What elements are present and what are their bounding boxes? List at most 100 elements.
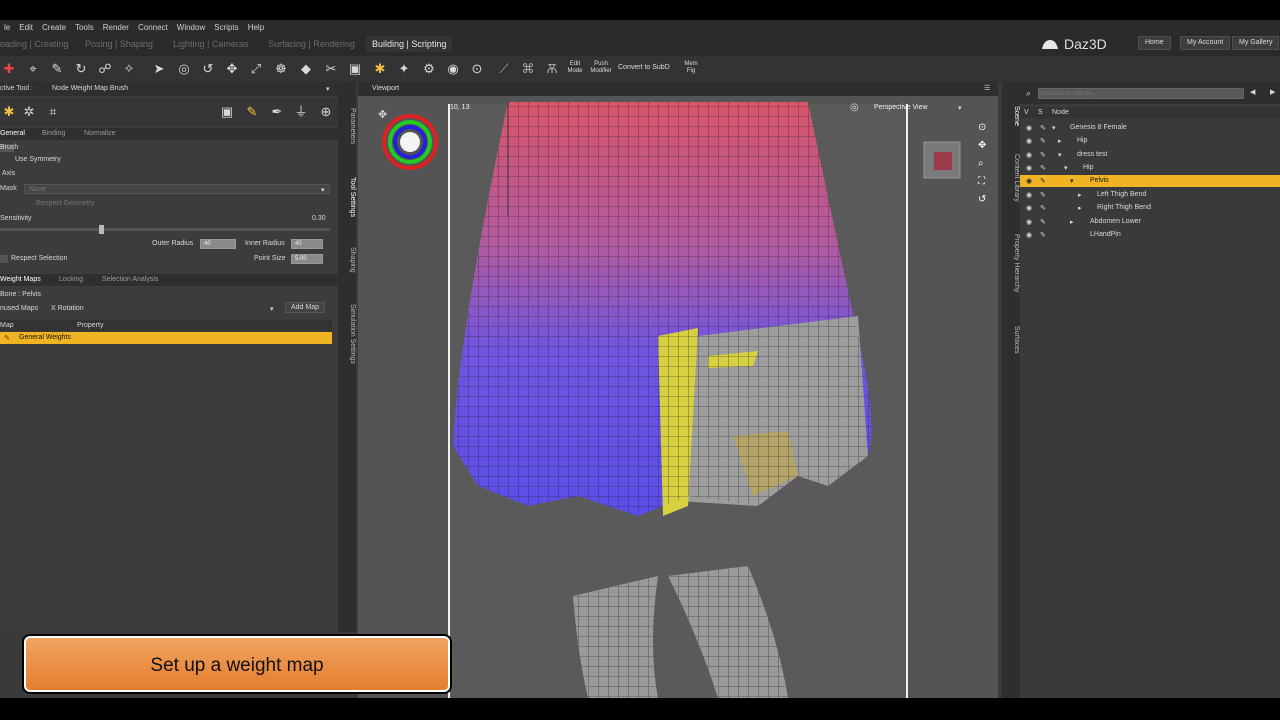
universal-tool-icon[interactable]: ✚	[0, 60, 18, 78]
tab-simulation-settings[interactable]: Simulation Settings	[338, 304, 356, 364]
weight-paint-icon[interactable]: ✂	[322, 60, 340, 78]
rotate-icon[interactable]: ↺	[199, 60, 217, 78]
transfer-utility-icon[interactable]: ⌘	[519, 60, 537, 78]
mem-fig-button[interactable]: Mem Fig	[678, 61, 704, 75]
shadow-tool-icon[interactable]: ✦	[395, 60, 413, 78]
perspective-view-select[interactable]: Perspective View	[874, 104, 928, 111]
move-camera-icon[interactable]: ✥	[378, 108, 387, 121]
tree-row[interactable]: ◉ ✎ ▾ Hip	[1020, 162, 1280, 174]
eye-icon[interactable]: ◉	[1026, 231, 1032, 239]
tree-row[interactable]: ◉ ✎ ▸ Left Thigh Bend	[1020, 189, 1280, 201]
paint-icon[interactable]: ▣	[218, 103, 236, 121]
eye-icon[interactable]: ◉	[1026, 137, 1032, 145]
add-map-button[interactable]: Add Map	[285, 302, 326, 313]
outer-radius-field[interactable]: 40	[200, 239, 236, 249]
point-size-field[interactable]: 5.00	[291, 254, 323, 264]
figure-tool-icon[interactable]: ✧	[120, 60, 138, 78]
surface-selection-icon[interactable]: ☸	[272, 60, 290, 78]
eye-icon[interactable]: ◉	[1026, 124, 1032, 132]
node-weight-brush-icon[interactable]: ✱	[371, 60, 389, 78]
eye-icon[interactable]: ◉	[1026, 151, 1032, 159]
mask-select[interactable]: None ▾	[24, 184, 330, 194]
menu-file[interactable]: le	[0, 23, 15, 32]
my-account-button[interactable]: My Account	[1180, 36, 1231, 50]
menu-connect[interactable]: Connect	[134, 23, 173, 32]
tree-row[interactable]: ◉ ✎ LHandPin	[1020, 229, 1280, 241]
pin-icon[interactable]: ⏚	[292, 103, 310, 121]
pose-icon[interactable]: ✎	[1040, 151, 1046, 159]
chevron-down-icon[interactable]: ▾	[1052, 124, 1056, 132]
inner-radius-field[interactable]: 40	[291, 239, 323, 249]
brush-icon[interactable]: ⟋	[495, 60, 513, 78]
node-tool-icon[interactable]: ☍	[96, 60, 114, 78]
tree-row[interactable]: ◉ ✎ ▾ dress test	[1020, 149, 1280, 161]
respect-selection-checkbox[interactable]	[0, 255, 8, 263]
target-icon[interactable]: ⌗	[44, 103, 62, 121]
orbit-camera-icon[interactable]: ⊙	[978, 122, 986, 133]
respect-geometry-label[interactable]: Respect Geometry	[36, 200, 94, 207]
menu-edit[interactable]: Edit	[15, 23, 38, 32]
tab-loading[interactable]: oading | Creating	[0, 39, 68, 49]
viewport-tab[interactable]: Viewport	[372, 85, 399, 92]
forward-arrow-icon[interactable]: ▶	[1270, 88, 1275, 96]
viewport[interactable]: Viewport ☰ 10, 13 ✥ ◎ Perspective View ▾…	[358, 82, 998, 698]
tree-row[interactable]: ◉ ✎ ▸ Hip	[1020, 135, 1280, 147]
chevron-right-icon[interactable]: ▸	[1058, 137, 1062, 145]
tab-shaping[interactable]: Shaping	[338, 247, 356, 273]
scale-icon[interactable]: ⤢	[247, 60, 265, 78]
tab-general[interactable]: General	[0, 130, 25, 137]
chevron-down-icon[interactable]: ▾	[1064, 164, 1068, 172]
edit-mode-button[interactable]: Edit Mode	[564, 61, 586, 75]
tab-surfaces[interactable]: Surfaces	[1002, 326, 1020, 354]
menu-window[interactable]: Window	[173, 23, 210, 32]
reset-camera-icon[interactable]: ↺	[978, 194, 986, 205]
tree-row[interactable]: ◉ ✎ ▸ Right Thigh Bend	[1020, 202, 1280, 214]
my-gallery-button[interactable]: My Gallery	[1232, 36, 1280, 50]
pose-icon[interactable]: ✎	[1040, 191, 1046, 199]
chevron-right-icon[interactable]: ▸	[1078, 204, 1082, 212]
spot-render-icon[interactable]: ▣	[346, 60, 364, 78]
tree-row[interactable]: ◉ ✎ ▸ Abdomen Lower	[1020, 216, 1280, 228]
unused-maps-select[interactable]: X Rotation ▾	[48, 303, 280, 314]
rigging-icon[interactable]: Ѫ	[543, 60, 561, 78]
translate-icon[interactable]: ✥	[223, 60, 241, 78]
push-modifier-button[interactable]: Push Modifier	[590, 61, 612, 75]
chevron-down-icon[interactable]: ▾	[326, 85, 330, 93]
tab-locking[interactable]: Locking	[59, 276, 83, 283]
chevron-right-icon[interactable]: ▸	[1070, 218, 1074, 226]
menu-help[interactable]: Help	[244, 23, 269, 32]
tab-parameters[interactable]: Parameters	[338, 108, 356, 144]
pose-icon[interactable]: ✎	[1040, 124, 1046, 132]
joint-editor-icon[interactable]: ⌖	[24, 60, 42, 78]
eye-icon[interactable]: ◉	[1026, 191, 1032, 199]
tab-weight-maps[interactable]: Weight Maps	[0, 276, 41, 283]
pose-icon[interactable]: ✎	[1040, 137, 1046, 145]
tab-normalize[interactable]: Normalize	[84, 130, 116, 137]
tab-building[interactable]: Building | Scripting	[366, 36, 453, 52]
tab-binding[interactable]: Binding	[42, 130, 65, 137]
tab-lighting[interactable]: Lighting | Cameras	[173, 39, 248, 49]
orbit-icon[interactable]: ◎	[175, 60, 193, 78]
select-arrow-icon[interactable]: ➤	[150, 60, 168, 78]
eye-icon[interactable]: ◉	[1026, 204, 1032, 212]
scene-search-input[interactable]	[1038, 88, 1244, 99]
pose-icon[interactable]: ✎	[1040, 204, 1046, 212]
geometry-editor-icon[interactable]: ◆	[297, 60, 315, 78]
brush-mode-icon[interactable]: ✱	[0, 103, 18, 121]
tab-surfacing[interactable]: Surfacing | Rendering	[268, 39, 355, 49]
pose-icon[interactable]: ✎	[1040, 218, 1046, 226]
screenshot-icon[interactable]: ⊙	[468, 60, 486, 78]
active-tool-name[interactable]: Node Weight Map Brush	[52, 85, 128, 92]
frame-camera-icon[interactable]: ⛶	[978, 176, 985, 187]
tree-row-selected[interactable]: ◉ ✎ ▾ Pelvis	[1020, 175, 1280, 187]
aux-view-icon[interactable]: ◎	[850, 102, 859, 113]
tab-selection-analysis[interactable]: Selection Analysis	[102, 276, 158, 283]
chevron-down-icon[interactable]: ▾	[958, 104, 962, 112]
sensitivity-slider-handle[interactable]	[99, 225, 104, 234]
pan-camera-icon[interactable]: ✥	[978, 140, 986, 151]
add-weight-icon[interactable]: ✎	[243, 103, 261, 121]
tab-content-library[interactable]: Content Library	[1002, 154, 1020, 202]
pose-icon[interactable]: ✎	[1040, 177, 1046, 185]
globe-icon[interactable]: ⊕	[317, 103, 335, 121]
tab-scene[interactable]: Scene	[1002, 106, 1020, 126]
